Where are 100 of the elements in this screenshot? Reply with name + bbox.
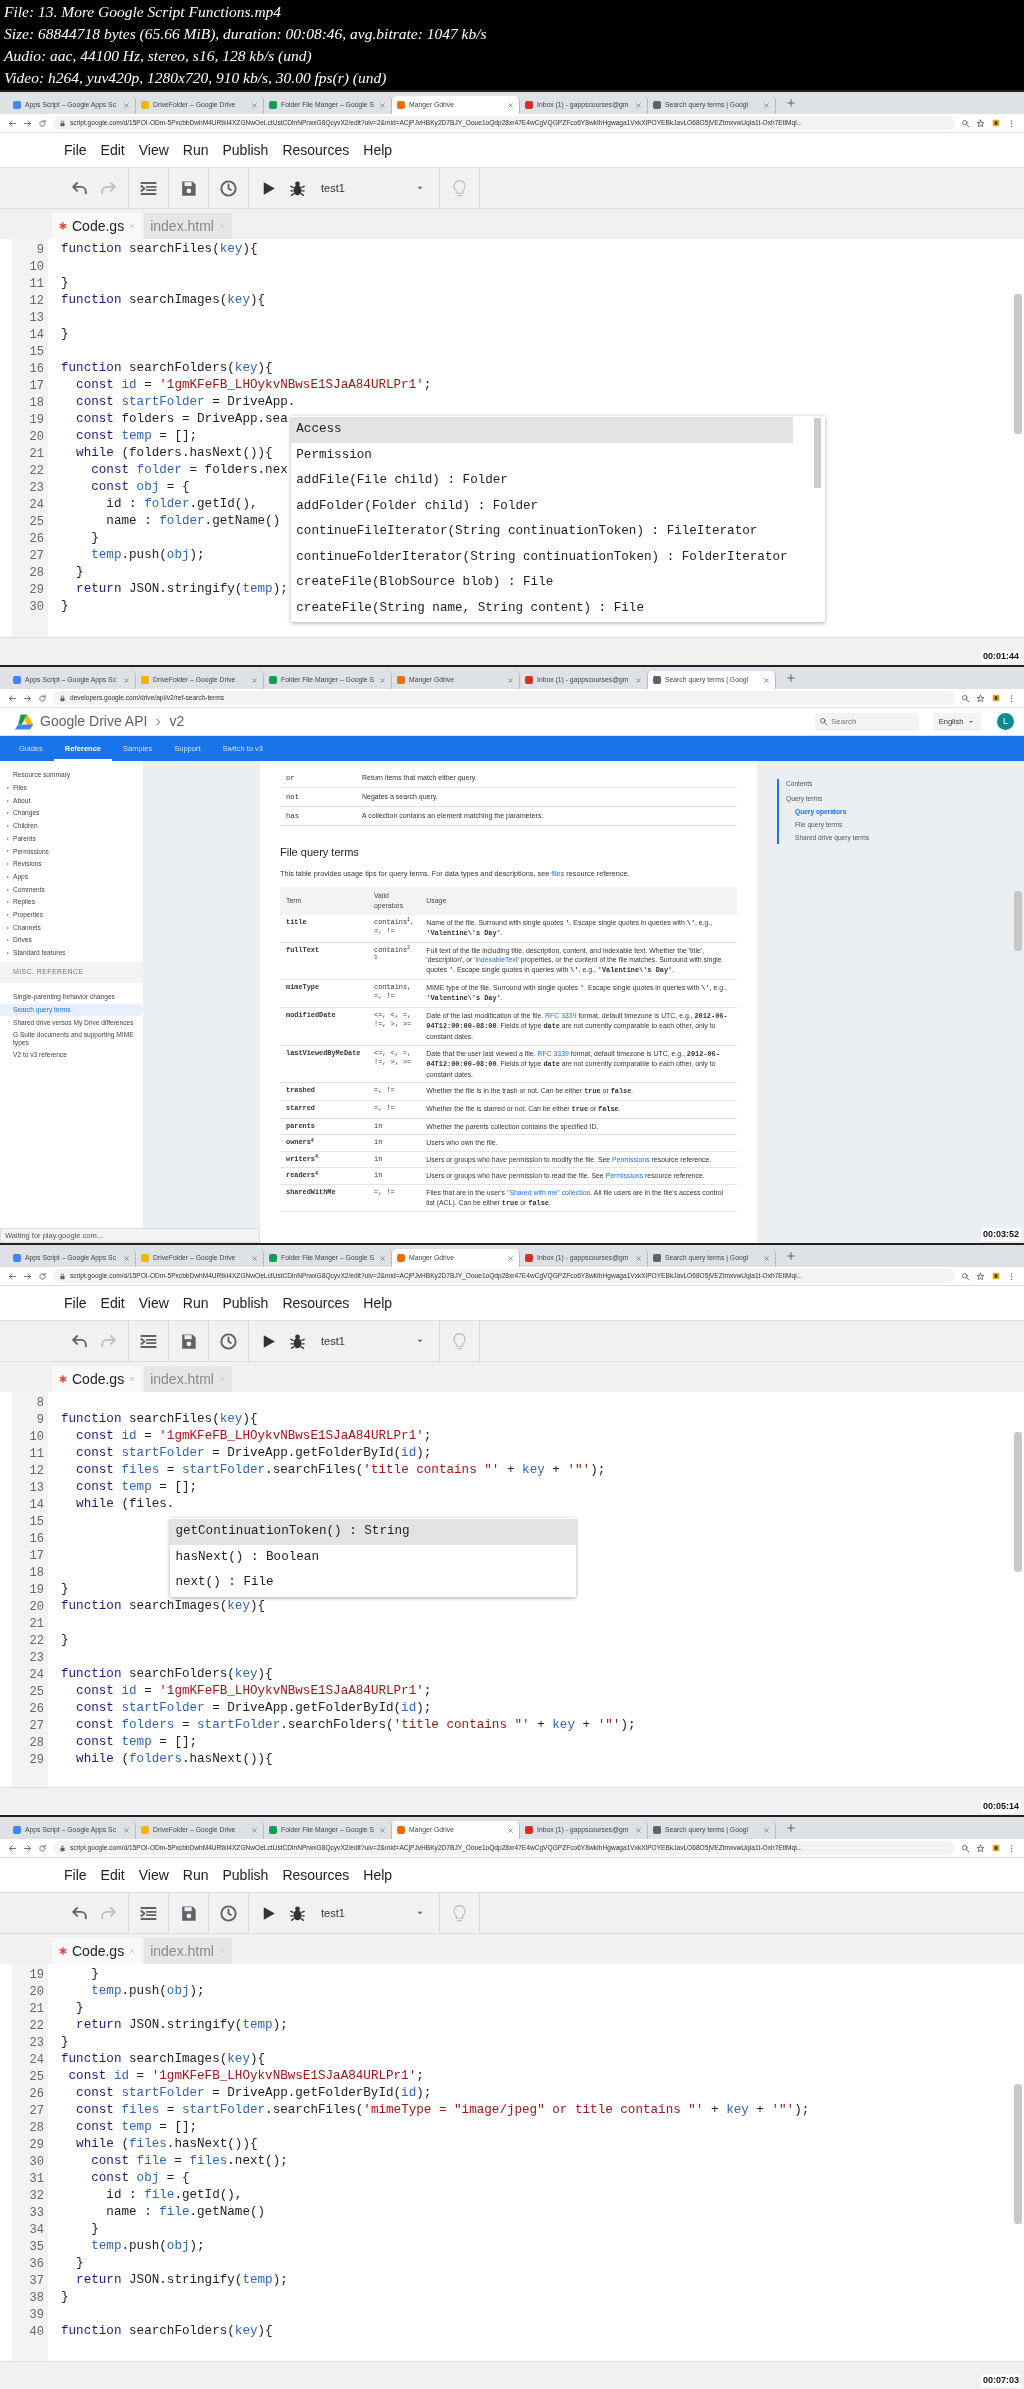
scrollbar[interactable] bbox=[813, 418, 821, 488]
close-icon[interactable] bbox=[763, 101, 770, 109]
menu-item[interactable]: File bbox=[57, 1292, 94, 1314]
autocomplete-item[interactable]: Access bbox=[291, 417, 793, 443]
close-icon[interactable] bbox=[763, 1254, 770, 1262]
scrollbar[interactable] bbox=[1014, 294, 1022, 434]
forward-icon[interactable] bbox=[23, 693, 32, 703]
close-icon[interactable] bbox=[251, 676, 258, 684]
avatar[interactable]: L bbox=[997, 713, 1014, 730]
star-icon[interactable] bbox=[976, 118, 985, 128]
file-tab[interactable]: Code.gs bbox=[52, 213, 143, 239]
back-icon[interactable] bbox=[8, 693, 17, 703]
zoom-icon[interactable] bbox=[961, 118, 970, 128]
menu-item[interactable]: File bbox=[57, 1864, 94, 1886]
close-icon[interactable] bbox=[123, 101, 130, 109]
close-icon[interactable] bbox=[251, 101, 258, 109]
extension-icon[interactable] bbox=[991, 693, 1001, 703]
close-icon[interactable] bbox=[251, 1254, 258, 1262]
close-icon[interactable] bbox=[507, 1254, 514, 1262]
file-tab[interactable]: Code.gs bbox=[52, 1366, 143, 1392]
version-label[interactable]: v2 bbox=[169, 711, 185, 732]
star-icon[interactable] bbox=[976, 1271, 985, 1281]
address-bar[interactable] bbox=[53, 1269, 955, 1283]
star-icon[interactable] bbox=[976, 1843, 985, 1853]
line-number: 33 bbox=[28, 2204, 45, 2222]
menu-item[interactable]: View bbox=[131, 1864, 176, 1886]
forward-icon[interactable] bbox=[23, 1271, 32, 1281]
file-tab[interactable]: Code.gs bbox=[52, 1938, 143, 1964]
close-icon[interactable] bbox=[379, 676, 386, 684]
menu-item[interactable]: Resources bbox=[275, 1292, 357, 1314]
close-icon[interactable] bbox=[379, 1254, 386, 1262]
close-icon[interactable] bbox=[763, 676, 770, 684]
menu-item[interactable]: Resources bbox=[275, 1864, 357, 1886]
close-icon[interactable] bbox=[123, 1826, 130, 1834]
menu-item[interactable]: Help bbox=[356, 1864, 400, 1886]
menu-item[interactable]: Run bbox=[175, 139, 216, 161]
new-tab-button[interactable] bbox=[784, 1821, 798, 1835]
close-icon[interactable] bbox=[507, 676, 514, 684]
autocomplete-item[interactable]: hasNext() : Boolean bbox=[170, 1544, 577, 1570]
close-icon[interactable] bbox=[763, 1826, 770, 1834]
close-icon[interactable] bbox=[507, 1826, 514, 1834]
close-icon[interactable] bbox=[123, 1254, 130, 1262]
function-select[interactable]: test1 bbox=[315, 179, 431, 197]
menu-item[interactable]: Run bbox=[175, 1864, 216, 1886]
menu-item[interactable]: Run bbox=[175, 1292, 216, 1314]
zoom-icon[interactable] bbox=[961, 693, 970, 703]
close-icon[interactable] bbox=[635, 1254, 642, 1262]
new-tab-button[interactable] bbox=[784, 671, 798, 685]
forward-icon[interactable] bbox=[23, 118, 32, 128]
code-line: while (folders.hasNext()){ bbox=[75, 445, 273, 463]
save-icon bbox=[179, 178, 198, 198]
reload-icon[interactable] bbox=[38, 1271, 47, 1281]
close-icon[interactable] bbox=[635, 1826, 642, 1834]
autocomplete-item[interactable]: getContinuationToken() : String bbox=[170, 1519, 577, 1545]
back-icon[interactable] bbox=[8, 1843, 17, 1853]
close-icon[interactable] bbox=[123, 676, 130, 684]
menu-item[interactable]: Resources bbox=[275, 139, 357, 161]
extension-icon[interactable] bbox=[991, 1843, 1001, 1853]
menu-item[interactable]: Edit bbox=[93, 1292, 132, 1314]
line-number: 40 bbox=[28, 2323, 45, 2341]
star-icon[interactable] bbox=[976, 693, 985, 703]
extension-icon[interactable] bbox=[991, 118, 1001, 128]
menu-item[interactable]: File bbox=[57, 139, 94, 161]
back-icon[interactable] bbox=[8, 118, 17, 128]
menu-item[interactable]: Help bbox=[356, 1292, 400, 1314]
menu-item[interactable]: Publish bbox=[215, 1864, 276, 1886]
forward-icon[interactable] bbox=[23, 1843, 32, 1853]
zoom-icon[interactable] bbox=[961, 1271, 970, 1281]
menu-item[interactable]: Edit bbox=[93, 1864, 132, 1886]
menu-item[interactable]: Edit bbox=[93, 139, 132, 161]
back-icon[interactable] bbox=[8, 1271, 17, 1281]
menu-item[interactable]: Help bbox=[356, 139, 400, 161]
scrollbar[interactable] bbox=[1014, 891, 1022, 951]
menu-item[interactable]: View bbox=[131, 139, 176, 161]
autocomplete-item[interactable]: next() : File bbox=[170, 1570, 577, 1596]
menu-item[interactable]: Publish bbox=[215, 1292, 276, 1314]
close-icon[interactable] bbox=[635, 101, 642, 109]
close-icon[interactable] bbox=[507, 101, 514, 109]
address-bar[interactable] bbox=[53, 116, 955, 130]
scrollbar[interactable] bbox=[1014, 1432, 1022, 1572]
reload-icon[interactable] bbox=[38, 1843, 47, 1853]
reload-icon[interactable] bbox=[38, 693, 47, 703]
close-icon[interactable] bbox=[379, 101, 386, 109]
scrollbar[interactable] bbox=[1014, 2084, 1022, 2224]
menu-item[interactable]: View bbox=[131, 1292, 176, 1314]
close-icon[interactable] bbox=[251, 1826, 258, 1834]
close-icon[interactable] bbox=[379, 1826, 386, 1834]
zoom-icon[interactable] bbox=[961, 1843, 970, 1853]
extension-icon[interactable] bbox=[991, 1271, 1001, 1281]
line-number: 16 bbox=[28, 1530, 45, 1548]
address-bar[interactable] bbox=[53, 1841, 955, 1855]
function-select[interactable]: test1 bbox=[315, 1904, 431, 1922]
reload-icon[interactable] bbox=[38, 118, 47, 128]
function-select[interactable]: test1 bbox=[315, 1332, 431, 1350]
search-field[interactable]: Search bbox=[815, 712, 919, 731]
close-icon[interactable] bbox=[635, 676, 642, 684]
new-tab-button[interactable] bbox=[784, 1249, 798, 1263]
menu-item[interactable]: Publish bbox=[215, 139, 276, 161]
new-tab-button[interactable] bbox=[784, 96, 798, 110]
code-line: const files = startFolder.searchFiles('mimeType = "image/jpeg" or title contains "' + key + '"'); bbox=[75, 2102, 810, 2120]
